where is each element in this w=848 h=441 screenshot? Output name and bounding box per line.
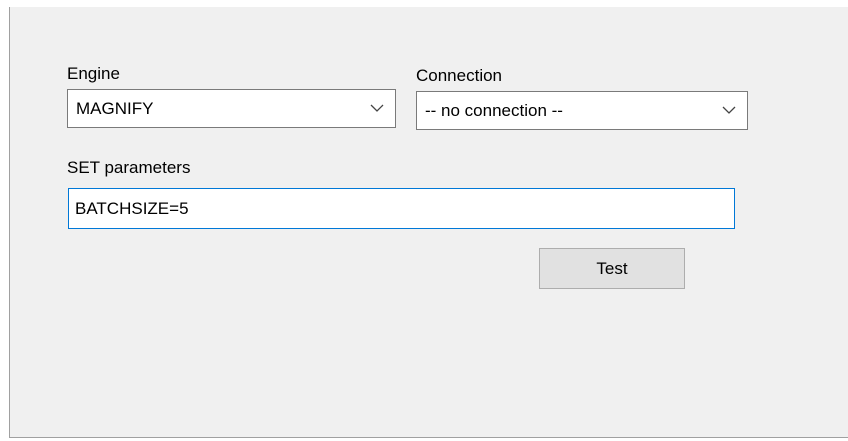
set-parameters-label: SET parameters	[67, 158, 191, 177]
connection-selected-value: -- no connection --	[425, 101, 563, 120]
test-button[interactable]: Test	[539, 248, 685, 289]
chevron-down-icon	[722, 106, 736, 114]
engine-label: Engine	[67, 64, 120, 83]
set-parameters-input[interactable]	[68, 188, 735, 229]
engine-dropdown[interactable]: MAGNIFY	[67, 89, 396, 128]
engine-selected-value: MAGNIFY	[76, 99, 154, 118]
connection-dropdown[interactable]: -- no connection --	[416, 91, 748, 130]
chevron-down-icon	[370, 104, 384, 112]
connection-label: Connection	[416, 66, 503, 85]
